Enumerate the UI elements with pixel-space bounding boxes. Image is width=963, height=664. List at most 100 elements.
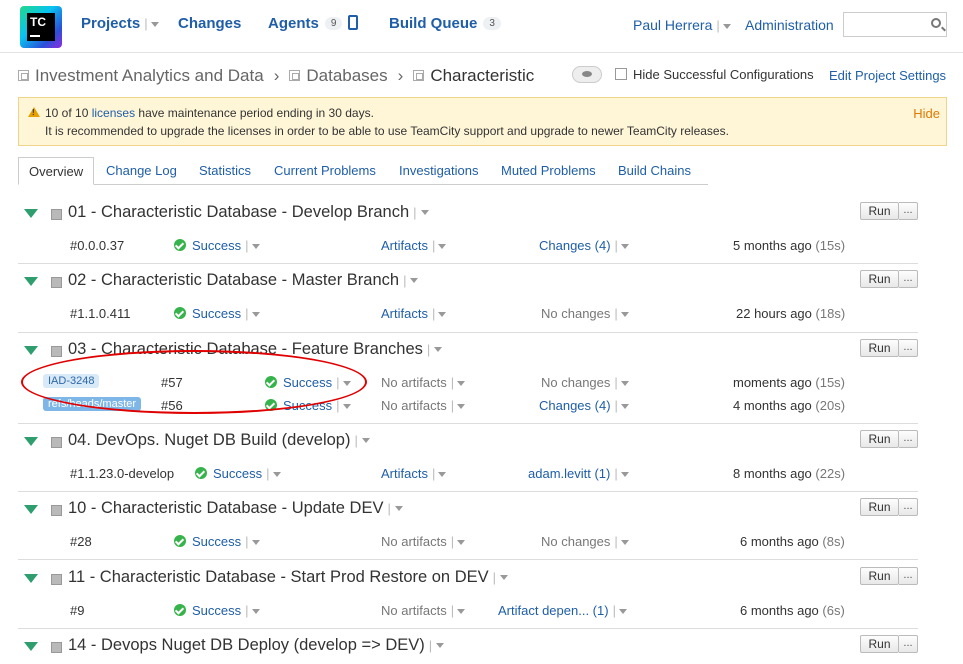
build-number[interactable]: #9 (70, 603, 84, 618)
licenses-link[interactable]: licenses (92, 106, 135, 120)
artifacts-label[interactable]: No artifacts | (381, 375, 466, 390)
tab-change-log[interactable]: Change Log (106, 157, 177, 185)
expand-toggle-icon[interactable] (24, 346, 38, 355)
run-button[interactable]: Run (860, 430, 899, 448)
search-input[interactable] (843, 12, 947, 37)
pause-icon[interactable] (51, 574, 62, 585)
artifacts-link[interactable]: Artifacts | (381, 238, 447, 253)
changes-link[interactable]: Changes (4) | (539, 398, 629, 413)
build-number[interactable]: #28 (70, 534, 92, 549)
configuration-name[interactable]: 11 - Characteristic Database - Start Pro… (68, 568, 509, 587)
administration-link[interactable]: Administration (745, 17, 834, 33)
run-button[interactable]: Run (860, 270, 899, 288)
chevron-down-icon[interactable] (620, 381, 629, 387)
tab-investigations[interactable]: Investigations (399, 157, 479, 185)
branch-badge[interactable]: refs/heads/master (43, 397, 142, 411)
build-status[interactable]: Success | (174, 306, 260, 321)
expand-toggle-icon[interactable] (24, 437, 38, 446)
configuration-name[interactable]: 04. DevOps. Nuget DB Build (develop) | (68, 431, 370, 450)
tab-build-chains[interactable]: Build Chains (618, 157, 691, 185)
expand-toggle-icon[interactable] (24, 574, 38, 583)
build-number[interactable]: #1.1.0.411 (70, 306, 130, 321)
chevron-down-icon[interactable] (150, 21, 159, 27)
run-button[interactable]: Run (860, 635, 899, 653)
chevron-down-icon[interactable] (438, 312, 447, 318)
chevron-down-icon[interactable] (251, 312, 260, 318)
chevron-down-icon[interactable] (420, 210, 429, 216)
chevron-down-icon[interactable] (620, 540, 629, 546)
changes-link[interactable]: Changes (4) | (539, 238, 629, 253)
chevron-down-icon[interactable] (620, 312, 629, 318)
search-icon[interactable] (931, 18, 941, 28)
tab-current-problems[interactable]: Current Problems (274, 157, 376, 185)
nav-agents[interactable]: Agents 9 (268, 15, 359, 32)
build-status[interactable]: Success | (265, 398, 351, 413)
tab-statistics[interactable]: Statistics (199, 157, 251, 185)
build-number[interactable]: #56 (161, 398, 183, 413)
user-menu[interactable]: Paul Herrera | (633, 17, 731, 33)
build-status[interactable]: Success | (174, 238, 260, 253)
configuration-name[interactable]: 02 - Characteristic Database - Master Br… (68, 271, 419, 290)
pause-icon[interactable] (51, 346, 62, 357)
configuration-name[interactable]: 10 - Characteristic Database - Update DE… (68, 499, 403, 518)
changes-label[interactable]: No changes | (541, 375, 629, 390)
build-status[interactable]: Success | (265, 375, 351, 390)
pause-icon[interactable] (51, 437, 62, 448)
chevron-down-icon[interactable] (436, 643, 445, 649)
chevron-down-icon[interactable] (410, 278, 419, 284)
mobile-icon[interactable] (348, 15, 359, 30)
chevron-down-icon[interactable] (620, 472, 629, 478)
run-options-button[interactable]: ... (899, 498, 918, 516)
configuration-name[interactable]: 01 - Characteristic Database - Develop B… (68, 203, 429, 222)
chevron-down-icon[interactable] (394, 506, 403, 512)
run-options-button[interactable]: ... (899, 430, 918, 448)
hide-successful-toggle[interactable]: Hide Successful Configurations (615, 67, 814, 82)
changes-link[interactable]: adam.levitt (1) | (528, 466, 629, 481)
changes-link[interactable]: Artifact depen... (1) | (498, 603, 627, 618)
run-button[interactable]: Run (860, 498, 899, 516)
run-options-button[interactable]: ... (899, 270, 918, 288)
run-button[interactable]: Run (860, 567, 899, 585)
chevron-down-icon[interactable] (272, 472, 281, 478)
chevron-down-icon[interactable] (438, 472, 447, 478)
build-number[interactable]: #1.1.23.0-develop (70, 466, 174, 481)
branch-badge[interactable]: IAD-3248 (43, 374, 100, 388)
chevron-down-icon[interactable] (457, 404, 466, 410)
run-button[interactable]: Run (860, 339, 899, 357)
pause-icon[interactable] (51, 642, 62, 653)
build-number[interactable]: #57 (161, 375, 183, 390)
chevron-down-icon[interactable] (620, 404, 629, 410)
chevron-down-icon[interactable] (434, 347, 443, 353)
pause-icon[interactable] (51, 277, 62, 288)
expand-toggle-icon[interactable] (24, 642, 38, 651)
nav-projects[interactable]: Projects | (81, 15, 159, 32)
run-options-button[interactable]: ... (899, 635, 918, 653)
chevron-down-icon[interactable] (342, 404, 351, 410)
edit-project-settings-link[interactable]: Edit Project Settings (829, 68, 946, 83)
configuration-name[interactable]: 03 - Characteristic Database - Feature B… (68, 340, 443, 359)
chevron-down-icon[interactable] (342, 381, 351, 387)
nav-build-queue[interactable]: Build Queue 3 (389, 15, 501, 32)
artifacts-label[interactable]: No artifacts | (381, 603, 466, 618)
chevron-down-icon[interactable] (618, 609, 627, 615)
chevron-down-icon[interactable] (620, 244, 629, 250)
chevron-down-icon[interactable] (457, 540, 466, 546)
run-options-button[interactable]: ... (899, 339, 918, 357)
chevron-down-icon[interactable] (500, 575, 509, 581)
pause-icon[interactable] (51, 209, 62, 220)
eye-icon[interactable] (572, 66, 602, 83)
expand-toggle-icon[interactable] (24, 505, 38, 514)
teamcity-logo[interactable]: TC (20, 6, 62, 48)
artifacts-link[interactable]: Artifacts | (381, 306, 447, 321)
chevron-down-icon[interactable] (251, 609, 260, 615)
run-options-button[interactable]: ... (899, 567, 918, 585)
artifacts-link[interactable]: Artifacts | (381, 466, 447, 481)
chevron-down-icon[interactable] (457, 609, 466, 615)
artifacts-label[interactable]: No artifacts | (381, 398, 466, 413)
chevron-down-icon[interactable] (251, 540, 260, 546)
build-status[interactable]: Success | (195, 466, 281, 481)
chevron-down-icon[interactable] (251, 244, 260, 250)
tab-overview[interactable]: Overview (18, 157, 95, 185)
breadcrumb-item[interactable]: Databases (306, 66, 387, 85)
chevron-down-icon[interactable] (438, 244, 447, 250)
